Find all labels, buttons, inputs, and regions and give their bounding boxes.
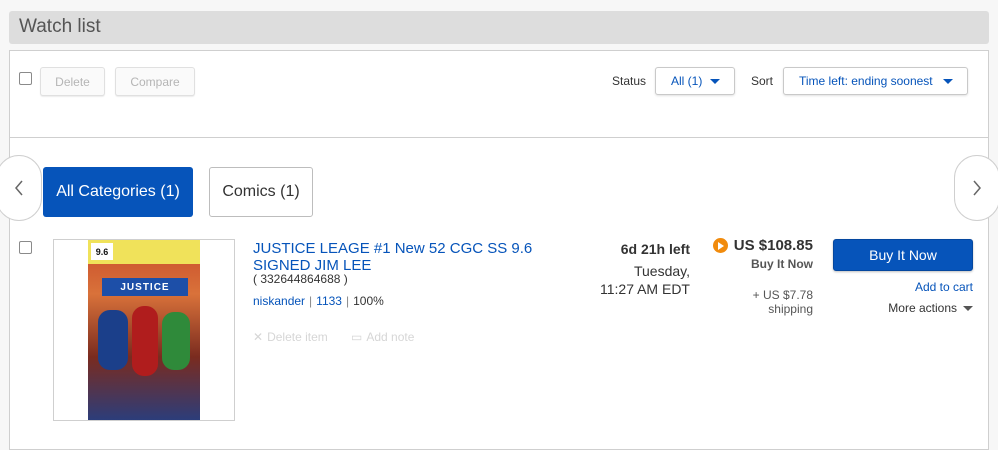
add-note-link[interactable]: ▭ Add note — [351, 330, 414, 344]
positive-feedback: 100% — [353, 294, 384, 308]
watchlist-panel: Delete Compare Status All (1) Sort Time … — [0, 50, 998, 450]
item-checkbox[interactable] — [19, 241, 32, 254]
delete-item-label: Delete item — [267, 330, 328, 344]
carousel-prev-button[interactable] — [0, 155, 42, 221]
sort-value: Time left: ending soonest — [799, 74, 933, 88]
caret-down-icon — [963, 305, 973, 311]
item-thumbnail[interactable]: 9.6 JUSTICE — [53, 239, 235, 421]
seller-name-link[interactable]: niskander — [253, 294, 305, 308]
add-to-cart-link[interactable]: Add to cart — [833, 280, 973, 294]
cgc-grade: 9.6 — [91, 243, 113, 260]
close-icon: ✕ — [253, 330, 264, 344]
chevron-left-icon — [15, 180, 23, 196]
end-time: 11:27 AM EDT — [599, 281, 690, 297]
feedback-score-link[interactable]: 1133 — [316, 294, 342, 308]
delete-button[interactable]: Delete — [40, 67, 105, 96]
category-chip-all[interactable]: All Categories (1) — [43, 167, 193, 217]
comic-logo: JUSTICE — [102, 278, 188, 296]
hero-figure — [162, 312, 190, 370]
add-note-label: Add note — [366, 330, 415, 344]
chevron-right-icon — [973, 180, 981, 196]
end-day: Tuesday, — [633, 263, 690, 279]
sort-dropdown[interactable]: Time left: ending soonest — [783, 67, 968, 95]
watchlist-header: Watch list — [9, 11, 989, 44]
shipping-amount: + US $7.78 — [752, 288, 813, 302]
caret-down-icon — [942, 78, 953, 84]
listing-format: Buy It Now — [751, 257, 813, 271]
divider — [10, 137, 988, 138]
status-dropdown[interactable]: All (1) — [655, 67, 735, 95]
more-actions-label: More actions — [888, 301, 957, 315]
comic-cover-image: 9.6 JUSTICE — [88, 240, 200, 420]
carousel-next-button[interactable] — [954, 155, 998, 221]
compare-button[interactable]: Compare — [115, 67, 195, 96]
price-value: US $108.85 — [733, 237, 813, 254]
note-icon: ▭ — [351, 330, 363, 344]
hero-figure — [132, 306, 158, 376]
buy-it-now-button[interactable]: Buy It Now — [833, 239, 973, 271]
price: US $108.85 — [710, 237, 813, 254]
delete-item-link[interactable]: ✕ Delete item — [253, 330, 328, 344]
more-actions-dropdown[interactable]: More actions — [833, 301, 973, 315]
separator: | — [345, 294, 350, 308]
time-left: 6d 21h left — [620, 241, 690, 257]
status-value: All (1) — [671, 74, 703, 88]
play-icon — [712, 238, 728, 253]
caret-down-icon — [710, 78, 721, 84]
page-title: Watch list — [19, 16, 101, 37]
item-number: ( 332644864688 ) — [253, 272, 348, 286]
price-block: US $108.85 Buy It Now + US $7.78 shippin… — [710, 237, 813, 316]
sort-label: Sort — [751, 74, 774, 88]
shipping-cost: + US $7.78 shipping — [710, 288, 813, 316]
status-label: Status — [612, 74, 647, 88]
shipping-label: shipping — [768, 302, 813, 316]
item-title-link[interactable]: JUSTICE LEAGE #1 New 52 CGC SS 9.6 SIGNE… — [253, 240, 553, 274]
category-chip-comics[interactable]: Comics (1) — [209, 167, 313, 217]
seller-info: niskander | 1133 | 100% — [253, 294, 384, 308]
time-left-block: 6d 21h left Tuesday, 11:27 AM EDT — [600, 240, 690, 298]
separator: | — [309, 294, 313, 308]
select-all-checkbox[interactable] — [19, 72, 32, 85]
hero-figure — [98, 310, 128, 370]
